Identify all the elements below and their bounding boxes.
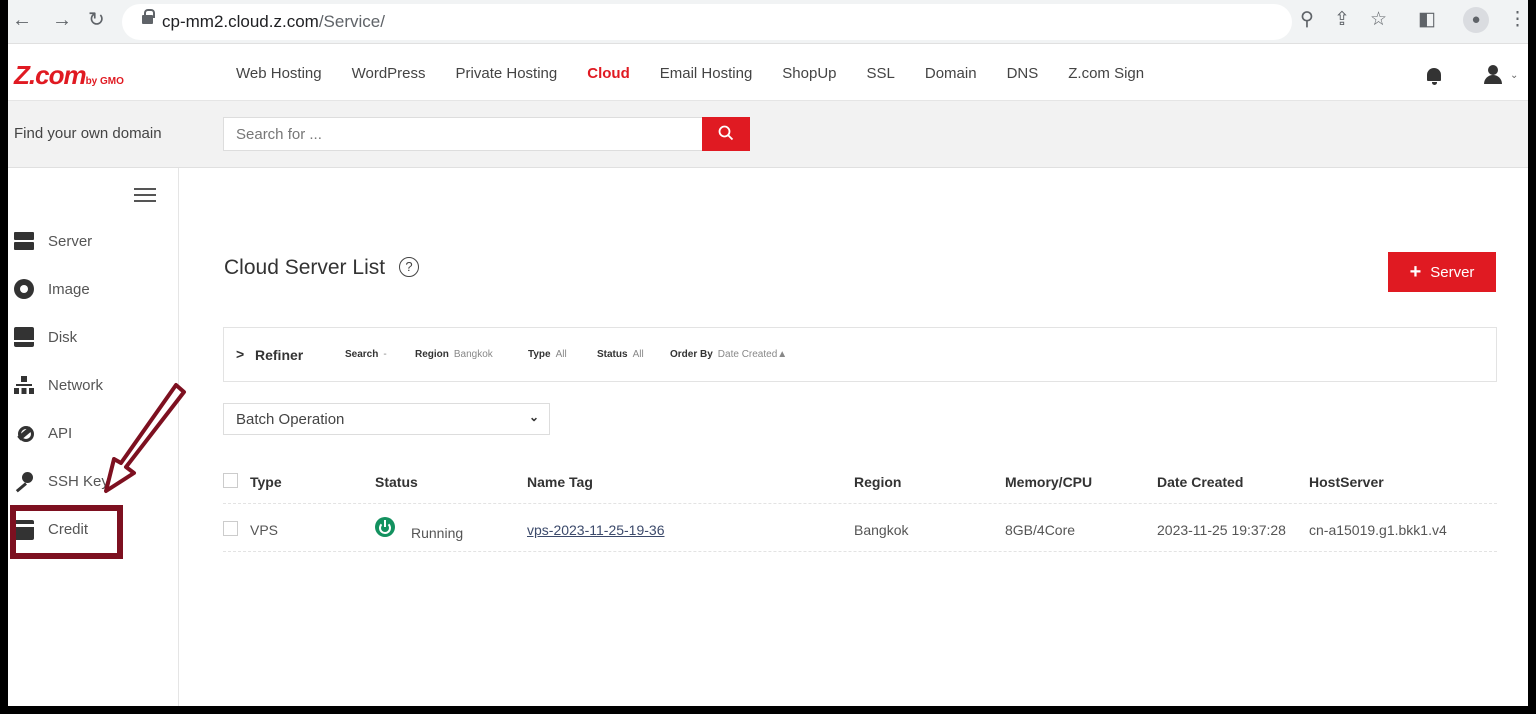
search-input[interactable]	[223, 117, 703, 151]
filter-search: Search -	[345, 349, 387, 360]
user-icon[interactable]	[1482, 64, 1504, 86]
batch-operation-select[interactable]: Batch Operation ⌄	[223, 403, 550, 435]
search-button[interactable]	[702, 117, 750, 151]
sidebar-item-label: Disk	[48, 328, 78, 346]
col-region[interactable]: Region	[854, 474, 901, 490]
cell-status: Running	[411, 525, 464, 541]
key-icon	[14, 471, 34, 491]
col-host-server[interactable]: HostServer	[1309, 474, 1384, 490]
cell-host-server: cn-a15019.g1.bkk1.v4	[1309, 522, 1447, 538]
find-domain-label: Find your own domain	[14, 125, 162, 142]
forward-icon[interactable]: →	[52, 8, 72, 32]
address-bar[interactable]: cp-mm2.cloud.z.com/Service/	[122, 4, 1292, 40]
nav-dns[interactable]: DNS	[1007, 65, 1039, 82]
annotation-highlight-box	[10, 505, 123, 559]
zoom-icon[interactable]: ⚲	[1300, 9, 1314, 31]
domain-search-band: Find your own domain	[8, 101, 1528, 168]
hamburger-icon[interactable]	[134, 188, 156, 202]
url-text: cp-mm2.cloud.z.com/Service/	[162, 12, 385, 31]
api-icon	[14, 423, 34, 443]
col-memory-cpu[interactable]: Memory/CPU	[1005, 474, 1092, 490]
nav-web-hosting[interactable]: Web Hosting	[236, 65, 322, 82]
add-server-button[interactable]: + Server	[1388, 252, 1496, 292]
col-status[interactable]: Status	[375, 474, 418, 490]
site-header: Z.comby GMO Web Hosting WordPress Privat…	[8, 44, 1528, 101]
chevron-right-icon[interactable]: >	[236, 346, 244, 362]
sidebar-item-disk[interactable]: Disk	[14, 322, 77, 352]
page-title: Cloud Server List	[224, 256, 386, 279]
lock-icon	[142, 9, 155, 24]
chevron-down-icon[interactable]: ⌄	[1510, 70, 1518, 81]
sidepanel-icon[interactable]: ◧	[1418, 9, 1436, 31]
cell-name-tag-link[interactable]: vps-2023-11-25-19-36	[527, 522, 665, 538]
nav-shopup[interactable]: ShopUp	[782, 65, 836, 82]
nav-domain[interactable]: Domain	[925, 65, 977, 82]
cell-memory-cpu: 8GB/4Core	[1005, 522, 1076, 538]
sidebar-item-ssh-key[interactable]: SSH Key	[14, 466, 109, 496]
nav-cloud[interactable]: Cloud	[587, 65, 630, 82]
reload-icon[interactable]: ↻	[88, 8, 105, 32]
col-date-created[interactable]: Date Created	[1157, 474, 1243, 490]
filter-status: Status All	[597, 349, 644, 360]
refiner-label: Refiner	[255, 347, 304, 363]
nav-email-hosting[interactable]: Email Hosting	[660, 65, 753, 82]
chevron-down-icon: ⌄	[528, 410, 539, 424]
nav-ssl[interactable]: SSL	[867, 65, 895, 82]
browser-toolbar: ← → ↻ cp-mm2.cloud.z.com/Service/ ⚲ ⇪ ☆ …	[8, 0, 1528, 44]
row-checkbox[interactable]	[223, 521, 238, 536]
sidebar-item-network[interactable]: Network	[14, 370, 103, 400]
nav-wordpress[interactable]: WordPress	[352, 65, 426, 82]
table-header: Type Status Name Tag Region Memory/CPU D…	[223, 457, 1497, 504]
sidebar-item-label: SSH Key	[48, 472, 109, 490]
filter-order-by: Order By Date Created▲	[670, 349, 788, 360]
bell-icon[interactable]	[1426, 68, 1442, 86]
help-icon[interactable]: ?	[399, 257, 419, 277]
filter-region: Region Bangkok	[415, 349, 493, 360]
zcom-logo[interactable]: Z.comby GMO	[14, 60, 124, 91]
profile-icon[interactable]: ●	[1463, 7, 1489, 33]
sidebar: Server Image Disk Network API SSH Key Cr…	[8, 168, 179, 706]
sidebar-item-server[interactable]: Server	[14, 226, 92, 256]
server-icon	[14, 231, 34, 251]
menu-icon[interactable]: ⋮	[1508, 9, 1527, 31]
cell-date-created: 2023-11-25 19:37:28	[1157, 522, 1286, 538]
nav-zcom-sign[interactable]: Z.com Sign	[1068, 65, 1144, 82]
browser-window: ← → ↻ cp-mm2.cloud.z.com/Service/ ⚲ ⇪ ☆ …	[8, 0, 1528, 706]
nav-private-hosting[interactable]: Private Hosting	[456, 65, 558, 82]
plus-icon: +	[1409, 261, 1422, 283]
col-name-tag[interactable]: Name Tag	[527, 474, 593, 490]
share-icon[interactable]: ⇪	[1334, 9, 1350, 31]
disk-icon	[14, 327, 34, 347]
star-icon[interactable]: ☆	[1370, 9, 1387, 31]
select-all-checkbox[interactable]	[223, 473, 238, 488]
sidebar-item-api[interactable]: API	[14, 418, 72, 448]
network-icon	[14, 375, 34, 395]
power-icon[interactable]	[375, 517, 395, 537]
sidebar-item-image[interactable]: Image	[14, 274, 90, 304]
sidebar-item-label: API	[48, 424, 73, 442]
back-icon[interactable]: ←	[12, 8, 32, 32]
table-row: VPS Running vps-2023-11-25-19-36 Bangkok…	[223, 505, 1497, 552]
col-type[interactable]: Type	[250, 474, 282, 490]
image-icon	[14, 279, 34, 299]
cell-type: VPS	[250, 522, 279, 538]
search-icon	[718, 125, 734, 140]
top-nav: Web Hosting WordPress Private Hosting Cl…	[236, 65, 1174, 82]
sidebar-item-label: Image	[48, 280, 90, 298]
refiner-panel[interactable]: > Refiner Search - Region Bangkok Type All …	[223, 327, 1497, 382]
filter-type: Type All	[528, 349, 567, 360]
sidebar-item-label: Server	[48, 232, 93, 250]
cell-region: Bangkok	[854, 522, 909, 538]
sidebar-item-label: Network	[48, 376, 104, 394]
